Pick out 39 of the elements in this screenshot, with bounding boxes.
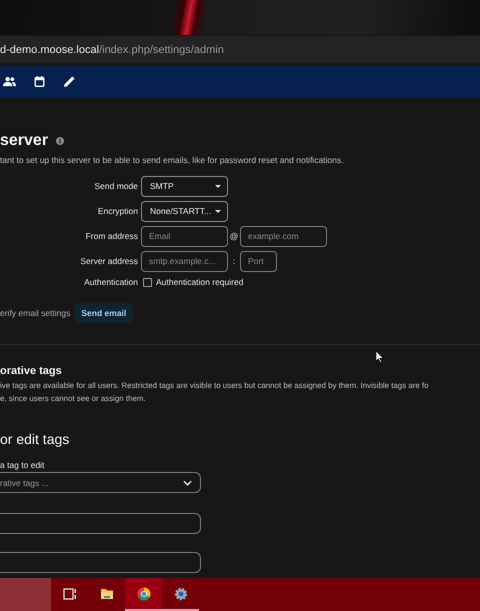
send-email-button[interactable]: Send email xyxy=(74,303,134,323)
section-heading: server xyxy=(0,132,48,150)
address-bar[interactable]: d-demo.moose.local/index.php/settings/admin xyxy=(0,36,480,63)
dropdown[interactable]: None/STARTT... xyxy=(141,200,228,222)
input-field[interactable]: Port xyxy=(240,250,277,272)
section-heading: or edit tags xyxy=(0,431,70,447)
input-field[interactable] xyxy=(0,552,201,573)
calendar-icon[interactable] xyxy=(33,76,46,87)
input-field[interactable]: smtp.example.c... xyxy=(141,250,228,272)
checkbox-label[interactable]: Authentication required xyxy=(156,277,244,287)
task-view-icon xyxy=(62,586,76,600)
verify-label: erify email settings xyxy=(0,308,70,318)
chevron-down-icon xyxy=(183,480,192,486)
caret-icon xyxy=(215,210,221,212)
section-description: tant to set up this server to be able to send emails, like for password reset and notifications. xyxy=(0,155,344,165)
caret-icon xyxy=(215,184,221,188)
separator-text: @ xyxy=(228,231,240,241)
separator-text: : xyxy=(232,256,236,266)
gear-icon xyxy=(174,586,188,600)
taskbar-button[interactable] xyxy=(125,578,162,611)
field-label: a tag to edit xyxy=(0,460,46,470)
info-icon[interactable] xyxy=(56,137,64,145)
pencil-icon[interactable] xyxy=(63,76,76,87)
field-label: Server address xyxy=(79,256,139,266)
input-field[interactable]: Email xyxy=(141,226,228,246)
dropdown[interactable]: SMTP xyxy=(141,176,228,196)
folder-icon xyxy=(100,586,114,600)
tag-dropdown[interactable]: rative tags ... xyxy=(0,472,201,493)
field-label: Encryption xyxy=(96,206,139,216)
contacts-icon[interactable] xyxy=(3,76,16,87)
input-field[interactable] xyxy=(0,513,201,534)
browser-icon xyxy=(136,586,150,600)
checkbox[interactable] xyxy=(143,278,152,286)
mouse-pointer-icon xyxy=(376,351,384,363)
input-field[interactable]: example.com xyxy=(240,226,327,246)
field-label: Authentication xyxy=(83,277,139,287)
field-label: Send mode xyxy=(94,181,139,191)
field-label: From address xyxy=(84,231,139,241)
section-heading: orative tags xyxy=(0,365,63,377)
